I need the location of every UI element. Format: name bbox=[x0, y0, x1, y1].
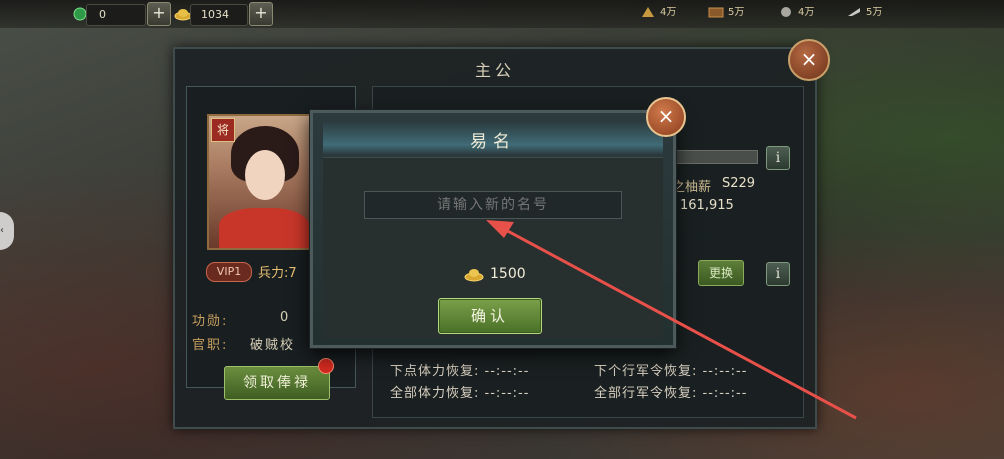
annotation-arrow bbox=[486, 220, 857, 420]
